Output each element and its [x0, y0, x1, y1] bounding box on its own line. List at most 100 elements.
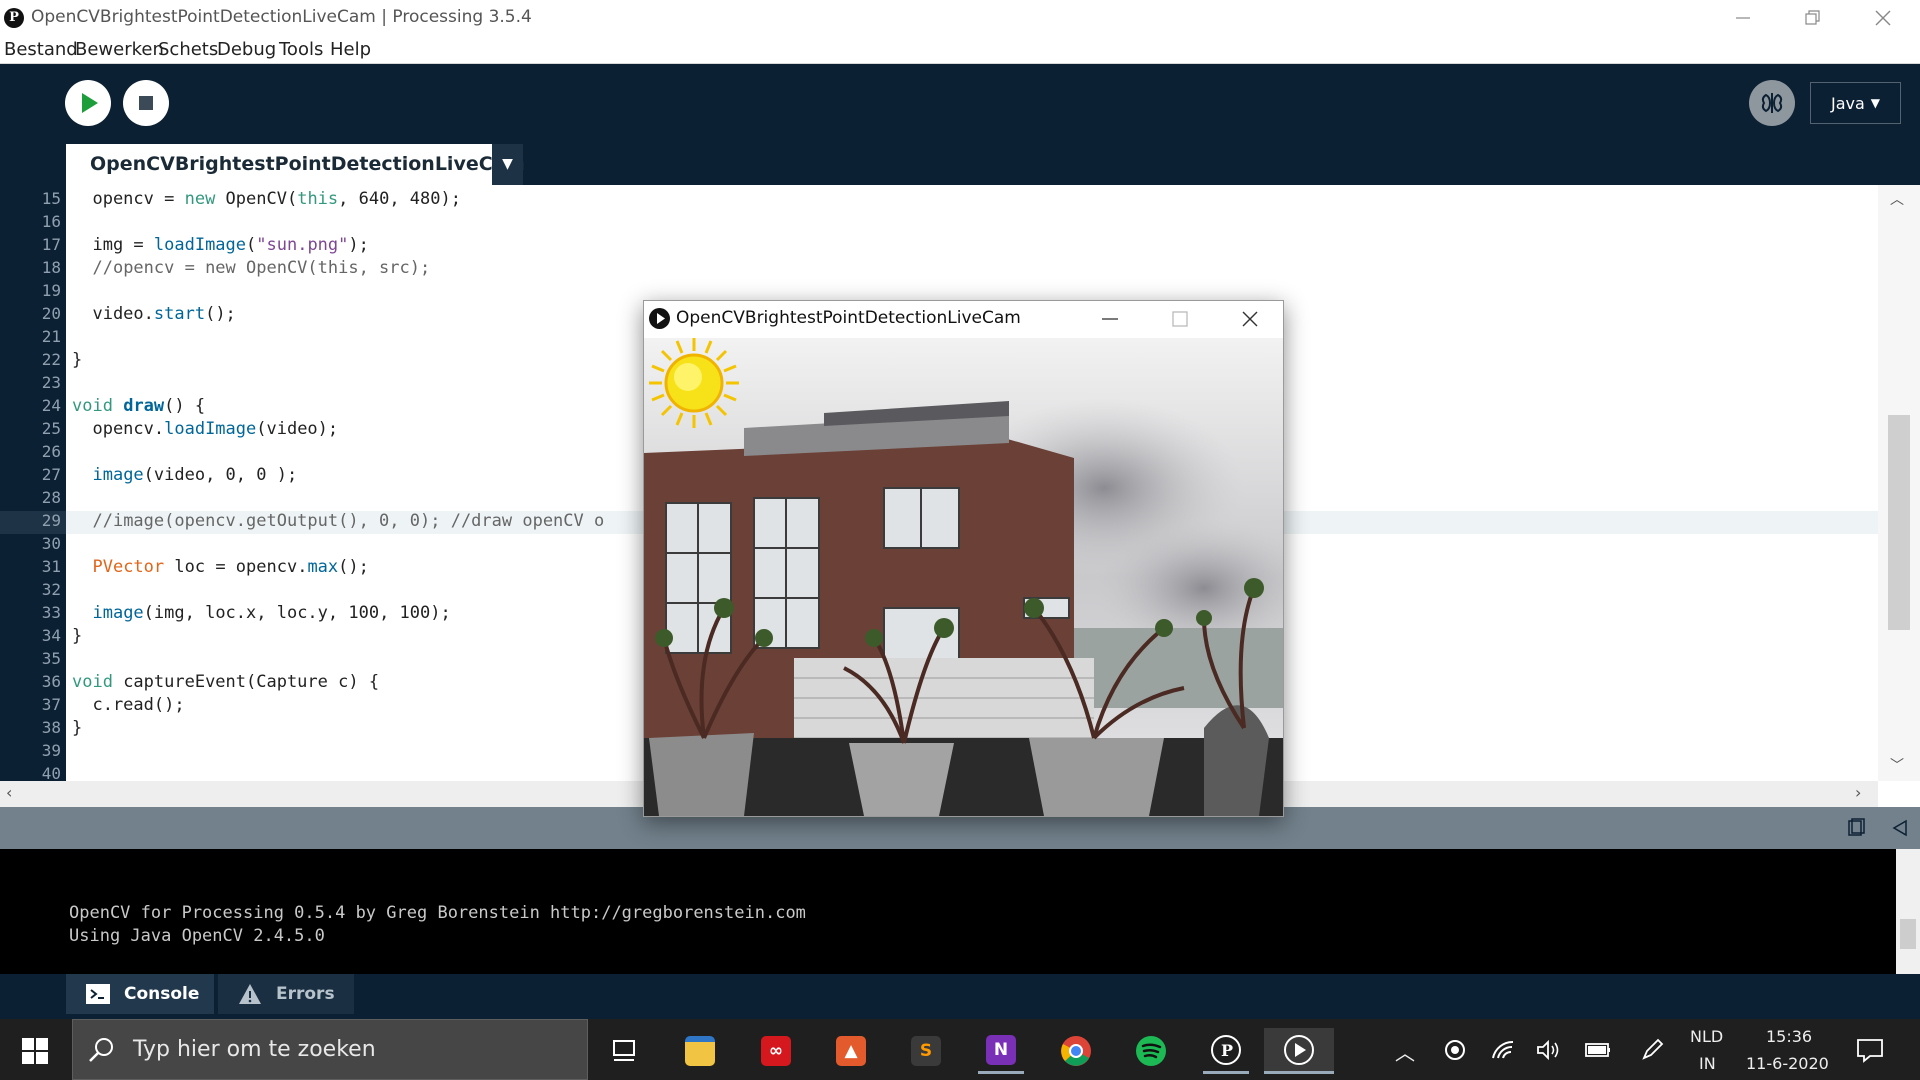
minimize-icon[interactable] — [1101, 310, 1119, 328]
tab-console[interactable]: Console — [66, 974, 214, 1014]
running-sketch-button[interactable] — [1264, 1028, 1334, 1074]
clock-time[interactable]: 15:36 — [1766, 1027, 1812, 1046]
stop-button[interactable] — [123, 80, 169, 126]
console-tabs: Console Errors — [0, 974, 1920, 1019]
chevron-down-icon: ▼ — [1870, 96, 1881, 110]
code-line: PVector loc = opencv.max(); — [92, 557, 369, 577]
debugger-butterfly-icon — [1761, 93, 1783, 113]
clock-date[interactable]: 11-6-2020 — [1746, 1054, 1829, 1073]
menu-tools[interactable]: Tools — [279, 39, 323, 60]
scroll-up-icon[interactable]: ︿ — [1890, 189, 1904, 209]
language-indicator[interactable]: NLD — [1690, 1027, 1723, 1046]
processing-logo-icon: P — [4, 8, 24, 28]
code-line: opencv.loadImage(video); — [72, 419, 339, 439]
creative-cloud-button[interactable]: ∞ — [753, 1028, 799, 1074]
mode-label: Java — [1830, 93, 1865, 113]
volume-icon[interactable] — [1535, 1038, 1561, 1062]
task-view-icon — [613, 1040, 635, 1061]
chrome-icon — [1061, 1036, 1091, 1066]
line-number: 22 — [41, 350, 61, 369]
sketchbook-button[interactable]: ▲ — [828, 1028, 874, 1074]
close-button[interactable] — [1848, 0, 1918, 36]
tab-menu-button[interactable]: ▼ — [492, 144, 523, 185]
run-button[interactable] — [65, 80, 111, 126]
line-number: 21 — [41, 327, 61, 346]
restore-icon — [1805, 10, 1820, 25]
editor-vertical-scrollbar[interactable]: ︿ ﹀ — [1878, 185, 1920, 781]
scroll-right-icon[interactable]: › — [1855, 783, 1861, 802]
code-line: //image(opencv.getOutput(), 0, 0); //dra… — [92, 511, 605, 531]
console-line: OpenCV for Processing 0.5.4 by Greg Bore… — [69, 903, 806, 923]
code-line: } — [72, 350, 83, 370]
toolbar: Java ▼ OpenCVBrightestPointDetectionLive… — [0, 64, 1920, 185]
line-number: 39 — [41, 741, 61, 760]
console-line: Using Java OpenCV 2.4.5.0 — [69, 926, 325, 946]
search-icon — [89, 1038, 113, 1062]
copy-console-icon[interactable] — [1846, 818, 1866, 838]
creative-cloud-icon: ∞ — [761, 1036, 791, 1066]
console-scroll-thumb[interactable] — [1900, 919, 1916, 949]
scroll-left-icon[interactable]: ‹ — [6, 783, 12, 802]
show-hidden-icons[interactable]: ︿ — [1395, 1037, 1415, 1066]
start-button[interactable] — [12, 1028, 58, 1074]
battery-icon[interactable] — [1584, 1038, 1612, 1062]
line-number: 23 — [41, 373, 61, 392]
line-number: 34 — [41, 626, 61, 645]
search-placeholder: Typ hier om te zoeken — [133, 1037, 376, 1062]
folder-icon — [685, 1036, 715, 1066]
menu-bewerken[interactable]: Bewerken — [75, 39, 164, 60]
line-number: 24 — [41, 396, 61, 415]
input-mode-indicator[interactable]: IN — [1699, 1054, 1716, 1073]
file-explorer-button[interactable] — [677, 1028, 723, 1074]
code-line: void captureEvent(Capture c) { — [72, 672, 380, 692]
chrome-button[interactable] — [1053, 1028, 1099, 1074]
sketch-play-icon — [1284, 1034, 1314, 1065]
mode-selector[interactable]: Java ▼ — [1810, 82, 1901, 124]
sketch-tab[interactable]: OpenCVBrightestPointDetectionLiveCam — [66, 144, 525, 185]
restore-button[interactable] — [1778, 0, 1848, 36]
menu-debug[interactable]: Debug — [217, 39, 276, 60]
chevron-down-icon: ▼ — [502, 156, 513, 172]
line-number: 38 — [41, 718, 61, 737]
spotify-button[interactable] — [1128, 1028, 1174, 1074]
record-icon[interactable] — [1443, 1038, 1467, 1062]
scroll-thumb[interactable] — [1888, 415, 1910, 630]
task-view-button[interactable] — [601, 1028, 647, 1074]
windows-icon — [22, 1038, 48, 1064]
menu-help[interactable]: Help — [330, 39, 371, 60]
maximize-icon[interactable] — [1171, 310, 1189, 328]
sketch-output-window[interactable]: OpenCVBrightestPointDetectionLiveCam — [643, 300, 1284, 817]
tab-console-label: Console — [124, 984, 200, 1004]
debug-button[interactable] — [1749, 80, 1795, 126]
onenote-icon: N — [986, 1034, 1016, 1065]
minimize-button[interactable] — [1708, 0, 1778, 36]
console-scrollbar[interactable] — [1896, 849, 1920, 974]
menu-schets[interactable]: Schets — [158, 39, 218, 60]
processing-button[interactable]: P — [1203, 1028, 1249, 1074]
spotify-icon — [1136, 1036, 1166, 1066]
collapse-console-icon[interactable] — [1890, 818, 1910, 838]
line-number: 20 — [41, 304, 61, 323]
close-icon[interactable] — [1241, 310, 1259, 328]
line-number: 28 — [41, 488, 61, 507]
scroll-down-icon[interactable]: ﹀ — [1890, 755, 1904, 775]
tab-label: OpenCVBrightestPointDetectionLiveCam — [90, 153, 526, 175]
onenote-button[interactable]: N — [978, 1028, 1024, 1074]
taskbar: Typ hier om te zoeken ∞ ▲ S N P ︿ NLD IN… — [0, 1019, 1920, 1080]
sublime-text-button[interactable]: S — [903, 1028, 949, 1074]
line-number: 37 — [41, 695, 61, 714]
menu-bestand[interactable]: Bestand — [4, 39, 78, 60]
code-line: } — [72, 626, 83, 646]
code-line: image(img, loc.x, loc.y, 100, 100); — [92, 603, 451, 623]
notifications-icon[interactable] — [1856, 1037, 1884, 1063]
play-icon — [82, 93, 98, 113]
tab-errors[interactable]: Errors — [218, 974, 354, 1014]
close-icon — [1875, 10, 1891, 26]
pen-icon[interactable] — [1640, 1038, 1664, 1062]
taskbar-search[interactable]: Typ hier om te zoeken — [72, 1019, 588, 1080]
line-number: 25 — [41, 419, 61, 438]
code-line: img = loadImage("sun.png"); — [72, 235, 369, 255]
wifi-icon[interactable] — [1490, 1038, 1516, 1062]
sketchbook-icon: ▲ — [836, 1036, 866, 1066]
code-line: video.start(); — [72, 304, 236, 324]
